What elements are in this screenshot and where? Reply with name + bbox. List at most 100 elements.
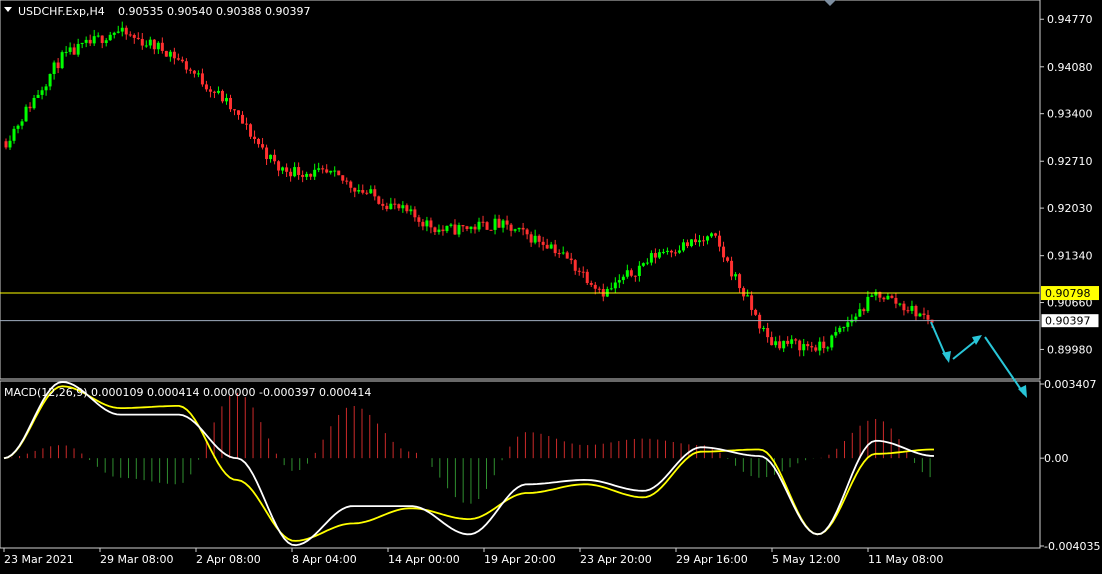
candle-body: [593, 284, 597, 289]
time-tick-label: 29 Apr 16:00: [676, 553, 748, 566]
candle-body: [68, 47, 72, 52]
candle-body: [501, 220, 505, 228]
candle-body: [477, 221, 481, 230]
candle-body: [313, 169, 317, 177]
candle-body: [742, 288, 746, 297]
price-tick-label: 0.89980: [1047, 343, 1093, 356]
candle-body: [349, 181, 353, 188]
candle-body: [669, 250, 673, 253]
candle-body: [718, 235, 722, 247]
candle-body: [381, 203, 385, 206]
candle-body: [621, 276, 625, 281]
candle-body: [285, 167, 289, 172]
price-tick-label: 0.92030: [1047, 202, 1093, 215]
candle-body: [116, 31, 120, 33]
candle-body: [702, 240, 706, 242]
symbol-label[interactable]: USDCHF.Exp,H4: [18, 5, 105, 18]
candle-body: [433, 227, 437, 233]
candle-body: [589, 283, 593, 285]
candle-body: [689, 239, 693, 247]
candle-body: [569, 258, 573, 261]
candle-body: [204, 84, 208, 90]
candle-body: [653, 253, 657, 258]
candle-body: [613, 282, 617, 289]
candle-body: [188, 69, 192, 71]
candle-body: [293, 167, 297, 177]
candle-body: [449, 224, 453, 226]
candle-body: [232, 109, 236, 111]
candle-body: [573, 260, 577, 271]
candle-body: [453, 224, 457, 235]
candle-body: [469, 226, 473, 230]
candle-body: [497, 218, 501, 228]
candle-body: [72, 47, 76, 55]
candle-body: [681, 242, 685, 251]
candle-body: [24, 106, 28, 122]
price-chart[interactable]: USDCHF.Exp,H4 0.90535 0.90540 0.90388 0.…: [0, 0, 1102, 570]
candle-body: [409, 209, 413, 212]
candle-body: [862, 309, 866, 312]
candle-body: [633, 275, 637, 277]
candle-body: [237, 110, 241, 115]
candle-body: [20, 121, 24, 126]
macd-axis: 0.003407 0.00 -0.004035: [1040, 378, 1100, 553]
candle-body: [457, 225, 461, 235]
candle-body: [834, 332, 838, 336]
candle-body: [417, 217, 421, 222]
candle-body: [906, 310, 910, 312]
candle-body: [389, 203, 393, 210]
macd-tick-label: 0.003407: [1044, 378, 1097, 391]
candle-body: [361, 190, 365, 193]
level-label-yellow: 0.90798: [1045, 287, 1091, 300]
candle-body: [277, 161, 281, 171]
time-tick-label: 23 Apr 20:00: [580, 553, 652, 566]
candle-body: [706, 236, 710, 241]
candle-body: [517, 227, 521, 230]
candle-body: [898, 303, 902, 305]
candle-body: [778, 341, 782, 349]
candle-body: [790, 339, 794, 344]
candle-body: [309, 173, 313, 177]
candle-body: [685, 242, 689, 247]
candle-body: [649, 253, 653, 263]
candle-body: [637, 265, 641, 276]
candle-body: [617, 280, 621, 283]
candle-body: [726, 257, 730, 261]
candle-body: [714, 233, 718, 236]
candle-body: [88, 39, 92, 44]
time-tick-label: 19 Apr 20:00: [484, 553, 556, 566]
candle-body: [397, 204, 401, 209]
candle-body: [289, 171, 293, 177]
candle-body: [281, 167, 285, 171]
candle-body: [160, 42, 164, 51]
candle-body: [894, 297, 898, 304]
candle-body: [581, 271, 585, 273]
candle-body: [910, 305, 914, 311]
candle-body: [533, 235, 537, 243]
candle-body: [429, 220, 433, 228]
candle-body: [128, 34, 132, 36]
candle-body: [886, 295, 890, 300]
candle-body: [164, 50, 168, 57]
candle-body: [445, 225, 449, 232]
candle-body: [333, 170, 337, 172]
candle-body: [549, 244, 553, 249]
candle-body: [132, 34, 136, 38]
candle-body: [413, 209, 417, 218]
candle-body: [553, 244, 557, 254]
candle-body: [393, 203, 397, 205]
candle-body: [28, 106, 32, 109]
candle-body: [802, 344, 806, 351]
candle-body: [96, 35, 100, 37]
candle-body: [176, 58, 180, 60]
candle-body: [357, 190, 361, 192]
candle-body: [200, 73, 204, 85]
candle-body: [224, 97, 228, 102]
candle-body: [557, 253, 561, 255]
candle-body: [305, 173, 309, 177]
candle-body: [136, 37, 140, 39]
candle-body: [245, 123, 249, 125]
candle-body: [657, 252, 661, 258]
candle-body: [786, 340, 790, 344]
candle-body: [673, 252, 677, 254]
